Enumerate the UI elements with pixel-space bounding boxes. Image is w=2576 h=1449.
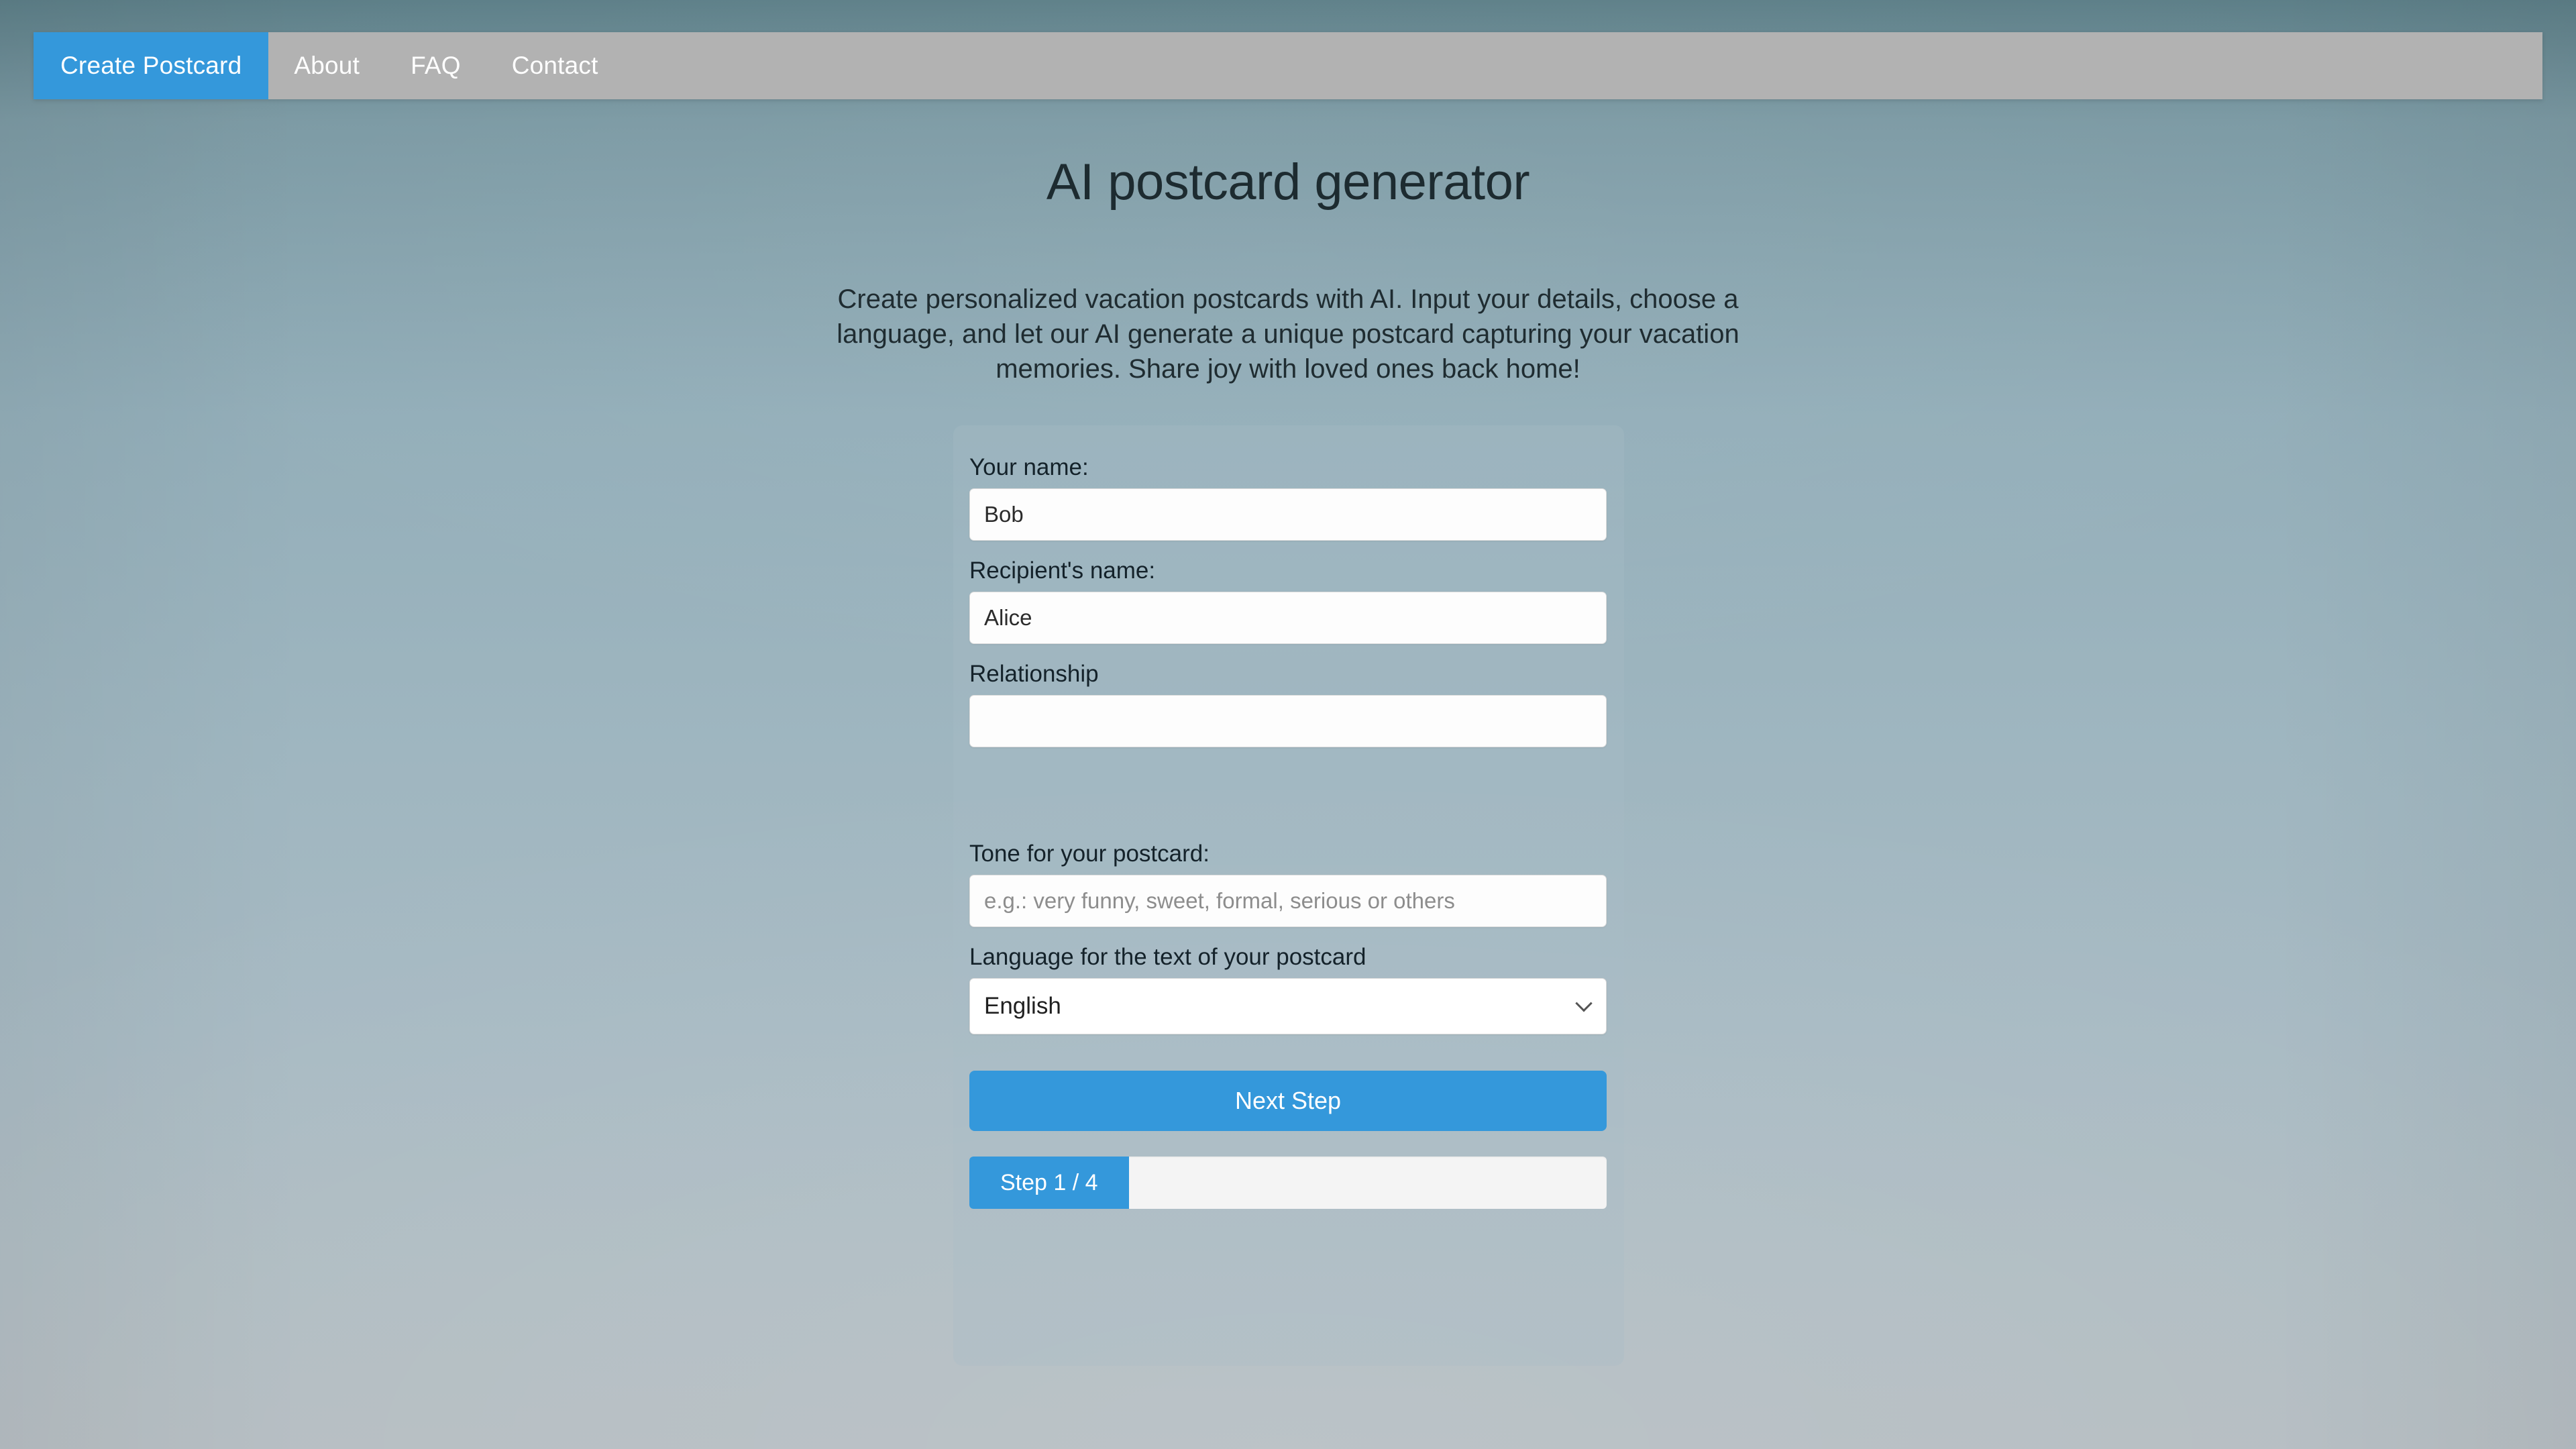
- nav-item-label: Contact: [511, 52, 598, 79]
- language-selected-value: English: [984, 993, 1061, 1019]
- main-navbar: Create Postcard About FAQ Contact: [34, 32, 2542, 99]
- relationship-input[interactable]: [969, 695, 1607, 747]
- nav-item-contact[interactable]: Contact: [486, 32, 624, 99]
- page-description: Create personalized vacation postcards w…: [837, 284, 1739, 384]
- relationship-label: Relationship: [969, 661, 1099, 687]
- next-step-button[interactable]: Next Step: [969, 1071, 1607, 1131]
- nav-item-label: About: [294, 52, 360, 79]
- your-name-input[interactable]: [969, 488, 1607, 541]
- language-label: Language for the text of your postcard: [969, 944, 1366, 970]
- nav-item-create-postcard[interactable]: Create Postcard: [34, 32, 269, 99]
- your-name-label: Your name:: [969, 454, 1089, 480]
- tone-label: Tone for your postcard:: [969, 841, 1210, 867]
- language-select[interactable]: English: [969, 978, 1607, 1034]
- page-title: AI postcard generator: [1046, 154, 1530, 211]
- field-relationship: Relationship: [969, 660, 1608, 747]
- nav-item-faq[interactable]: FAQ: [385, 32, 486, 99]
- nav-item-label: FAQ: [411, 52, 461, 79]
- field-language: Language for the text of your postcard E…: [969, 943, 1608, 1034]
- step-progress-fill: Step 1 / 4: [969, 1157, 1129, 1209]
- language-select-wrapper: English: [969, 978, 1607, 1034]
- field-tone: Tone for your postcard:: [969, 840, 1608, 927]
- nav-item-about[interactable]: About: [268, 32, 385, 99]
- recipient-name-label: Recipient's name:: [969, 557, 1156, 584]
- field-your-name: Your name:: [969, 453, 1608, 541]
- field-recipient-name: Recipient's name:: [969, 557, 1608, 644]
- step-progress-label: Step 1 / 4: [1000, 1169, 1098, 1195]
- recipient-name-input[interactable]: [969, 592, 1607, 644]
- tone-input[interactable]: [969, 875, 1607, 927]
- nav-item-label: Create Postcard: [60, 52, 242, 79]
- step-progress-bar: Step 1 / 4: [969, 1157, 1607, 1209]
- postcard-form-card: Your name: Recipient's name: Relationshi…: [953, 425, 1624, 1366]
